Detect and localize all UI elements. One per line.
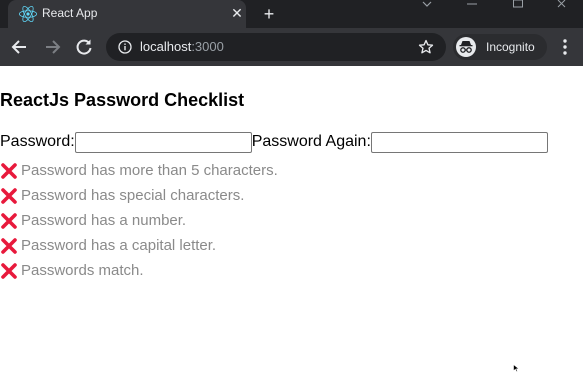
checklist-item-label: Passwords match. xyxy=(21,262,144,279)
page-content: ReactJs Password Checklist Password: Pas… xyxy=(0,66,583,372)
reload-icon[interactable] xyxy=(74,37,94,57)
address-bar[interactable]: localhost:3000 xyxy=(106,33,446,61)
checklist-item-label: Password has a number. xyxy=(21,212,187,229)
chevron-down-icon xyxy=(422,1,432,7)
page-title: ReactJs Password Checklist xyxy=(0,90,245,110)
invalid-x-icon xyxy=(0,262,18,280)
invalid-x-icon xyxy=(0,237,18,255)
new-tab-button[interactable]: + xyxy=(259,4,279,24)
tab-close-icon[interactable]: ✕ xyxy=(229,6,245,22)
menu-icon[interactable] xyxy=(558,38,572,56)
incognito-profile-button[interactable]: Incognito xyxy=(453,34,547,60)
minimize-icon xyxy=(467,3,477,5)
browser-titlebar: React App ✕ + xyxy=(0,0,583,28)
checklist-item-label: Password has a capital letter. xyxy=(21,237,217,254)
info-icon[interactable] xyxy=(118,40,132,54)
checklist-item-label: Password has special characters. xyxy=(21,187,245,204)
checklist-item-capital: Password has a capital letter. xyxy=(0,233,278,258)
password-again-input[interactable] xyxy=(370,131,548,153)
minimize-button[interactable] xyxy=(452,0,492,10)
checklist-item-label: Password has more than 5 characters. xyxy=(21,162,278,179)
url-text[interactable]: localhost:3000 xyxy=(140,39,224,54)
star-icon[interactable] xyxy=(418,39,434,55)
password-again-label: Password Again: xyxy=(251,133,371,150)
back-icon[interactable] xyxy=(10,37,30,57)
close-icon xyxy=(557,0,566,8)
password-checklist: Password has more than 5 characters. Pas… xyxy=(0,158,278,283)
password-label: Password: xyxy=(0,133,75,150)
tab-title: React App xyxy=(42,6,98,20)
mouse-cursor-icon xyxy=(513,364,520,372)
maximize-icon xyxy=(513,0,523,8)
url-host: localhost xyxy=(140,39,192,54)
react-favicon-icon xyxy=(19,5,37,23)
close-window-button[interactable] xyxy=(543,0,583,10)
checklist-item-min-length: Password has more than 5 characters. xyxy=(0,158,278,183)
password-form: Password: Password Again: xyxy=(0,131,548,153)
maximize-button[interactable] xyxy=(498,0,538,10)
checklist-item-number: Password has a number. xyxy=(0,208,278,233)
url-port: :3000 xyxy=(191,39,224,54)
invalid-x-icon xyxy=(0,212,18,230)
checklist-item-special-char: Password has special characters. xyxy=(0,183,278,208)
browser-tab[interactable]: React App ✕ xyxy=(8,0,246,28)
tab-search-button[interactable] xyxy=(407,0,447,10)
browser-toolbar: localhost:3000 Incognito xyxy=(0,28,583,66)
profile-label: Incognito xyxy=(486,40,535,54)
incognito-icon xyxy=(456,37,476,57)
checklist-item-match: Passwords match. xyxy=(0,258,278,283)
invalid-x-icon xyxy=(0,162,18,180)
invalid-x-icon xyxy=(0,187,18,205)
password-input[interactable] xyxy=(74,131,252,153)
forward-icon[interactable] xyxy=(42,37,62,57)
